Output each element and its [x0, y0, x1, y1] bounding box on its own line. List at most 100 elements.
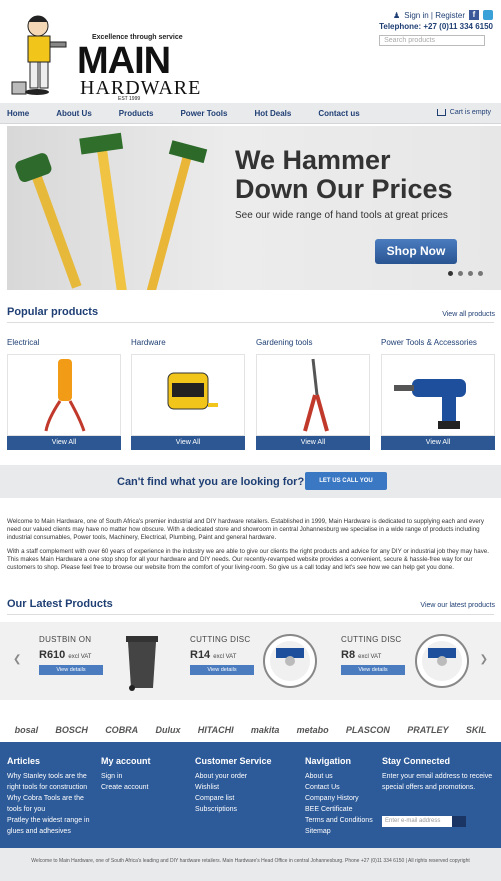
logo-hardware-text: HARDWARE	[80, 77, 202, 99]
footer-col-navigation: Navigation About us Contact Us Company H…	[305, 756, 373, 837]
category-hardware[interactable]: Hardware View All	[131, 338, 245, 450]
shears-image	[256, 354, 370, 436]
cutting-disc-image	[263, 634, 317, 688]
footer-link[interactable]: Compare list	[195, 793, 272, 804]
cutting-disc-image	[415, 634, 469, 688]
cart-link[interactable]: Cart is empty	[436, 109, 491, 116]
footer-link[interactable]: Company History	[305, 793, 373, 804]
category-power-tools[interactable]: Power Tools & Accessories View All	[381, 338, 495, 450]
brand-logo[interactable]: bosal	[15, 725, 39, 735]
category-gardening[interactable]: Gardening tools View All	[256, 338, 370, 450]
let-us-call-you-button[interactable]: LET US CALL YOU	[305, 472, 387, 490]
carousel-dot[interactable]	[448, 271, 453, 276]
footer-link[interactable]: Wishlist	[195, 782, 272, 793]
newsletter-submit-button[interactable]	[452, 816, 466, 827]
electrical-tester-image	[7, 354, 121, 436]
category-electrical[interactable]: Electrical View All	[7, 338, 121, 450]
brand-logo[interactable]: HITACHI	[198, 725, 234, 735]
carousel-dot[interactable]	[468, 271, 473, 276]
footer-link[interactable]: About your order	[195, 771, 272, 782]
nav-contact-us[interactable]: Contact us	[318, 109, 359, 118]
view-all-button[interactable]: View All	[7, 436, 121, 450]
footer-link[interactable]: Subscriptions	[195, 804, 272, 815]
nav-power-tools[interactable]: Power Tools	[180, 109, 227, 118]
brand-logo[interactable]: metabo	[297, 725, 329, 735]
footer-link[interactable]: Why Stanley tools are the right tools fo…	[7, 771, 92, 793]
category-label: Gardening tools	[256, 338, 313, 347]
header-utilities: ♟ Sign in | Register f Telephone: +27 (0…	[379, 10, 493, 46]
footer-col-customer-service: Customer Service About your order Wishli…	[195, 756, 272, 815]
category-label: Power Tools & Accessories	[381, 338, 477, 347]
signin-register-link[interactable]: Sign in | Register	[404, 11, 465, 20]
brand-logo[interactable]: SKIL	[466, 725, 487, 735]
footer-copyright: Welcome to Main Hardware, one of South A…	[0, 848, 501, 881]
view-details-button[interactable]: View details	[39, 665, 103, 675]
latest-products-title: Our Latest Products	[7, 598, 113, 610]
hammers-image	[15, 132, 208, 290]
product-card[interactable]: DUSTBIN ON R610 excl VAT View details	[39, 635, 103, 675]
popular-products-title: Popular products	[7, 306, 99, 318]
view-all-button[interactable]: View All	[381, 436, 495, 450]
search-input[interactable]: Search products	[379, 35, 486, 46]
product-name: CUTTING DISC	[341, 635, 402, 644]
category-label: Hardware	[131, 338, 166, 347]
logo-main-text: MAIN	[77, 40, 171, 82]
hero-banner[interactable]: We Hammer Down Our Prices See our wide r…	[7, 126, 501, 290]
view-details-button[interactable]: View details	[190, 665, 254, 675]
footer-link[interactable]: BEE Certificate	[305, 804, 373, 815]
welcome-paragraph-2: With a staff complement with over 60 yea…	[7, 548, 489, 571]
tape-measure-image	[131, 354, 245, 436]
shop-now-button[interactable]: Shop Now	[375, 239, 457, 264]
mascot-logo	[11, 15, 67, 95]
brand-logo[interactable]: makita	[251, 725, 280, 735]
banner-subtitle: See our wide range of hand tools at grea…	[235, 210, 448, 221]
view-all-products-link[interactable]: View all products	[442, 311, 495, 318]
view-all-button[interactable]: View All	[256, 436, 370, 450]
footer-link[interactable]: Why Cobra Tools are the tools for you	[7, 793, 92, 815]
product-price: R14 excl VAT	[190, 649, 237, 661]
footer-link[interactable]: Terms and Conditions	[305, 815, 373, 826]
cta-text: Can't find what you are looking for?	[117, 476, 305, 488]
drill-image	[381, 354, 495, 436]
chevron-right-icon[interactable]: ❯	[480, 654, 488, 665]
nav-products[interactable]: Products	[119, 109, 154, 118]
view-all-button[interactable]: View All	[131, 436, 245, 450]
footer-link[interactable]: About us	[305, 771, 373, 782]
product-price: R8 excl VAT	[341, 649, 382, 661]
product-card[interactable]: CUTTING DISC R8 excl VAT View details	[341, 635, 405, 675]
nav-about-us[interactable]: About Us	[56, 109, 92, 118]
brand-logo[interactable]: BOSCH	[55, 725, 88, 735]
footer-col-stay-connected: Stay Connected Enter your email address …	[382, 756, 493, 791]
dustbin-image	[126, 636, 158, 691]
footer-link[interactable]: Contact Us	[305, 782, 373, 793]
footer-link[interactable]: Sign in	[101, 771, 151, 782]
view-latest-products-link[interactable]: View our latest products	[420, 602, 495, 609]
twitter-icon[interactable]	[483, 10, 493, 20]
brand-logo[interactable]: Dulux	[155, 725, 180, 735]
chevron-left-icon[interactable]: ❮	[13, 654, 21, 665]
facebook-icon[interactable]: f	[469, 10, 479, 20]
product-card[interactable]: CUTTING DISC R14 excl VAT View details	[190, 635, 254, 675]
brand-logos: bosal BOSCH COBRA Dulux HITACHI makita m…	[0, 718, 501, 742]
nav-hot-deals[interactable]: Hot Deals	[254, 109, 291, 118]
brand-logo[interactable]: PRATLEY	[407, 725, 448, 735]
nav-home[interactable]: Home	[7, 109, 29, 118]
cart-status: Cart is empty	[449, 109, 491, 116]
cart-icon	[436, 109, 446, 116]
brand-logo[interactable]: COBRA	[105, 725, 138, 735]
carousel-dot[interactable]	[458, 271, 463, 276]
site-header: Excellence through service MAIN HARDWARE…	[0, 0, 501, 103]
footer-link[interactable]: Create account	[101, 782, 151, 793]
latest-products-carousel: ❮ ❯ DUSTBIN ON R610 excl VAT View detail…	[0, 622, 501, 700]
carousel-dot[interactable]	[478, 271, 483, 276]
banner-title: We Hammer Down Our Prices	[235, 145, 453, 204]
product-name: DUSTBIN ON	[39, 635, 92, 644]
main-nav: Home About Us Products Power Tools Hot D…	[0, 103, 501, 124]
newsletter-text: Enter your email address to receive spec…	[382, 773, 493, 791]
view-details-button[interactable]: View details	[341, 665, 405, 675]
brand-logo[interactable]: PLASCON	[346, 725, 390, 735]
footer-link[interactable]: Sitemap	[305, 826, 373, 837]
footer-col-articles: Articles Why Stanley tools are the right…	[7, 756, 92, 837]
footer-link[interactable]: Pratley the widest range in glues and ad…	[7, 815, 92, 837]
welcome-paragraph-1: Welcome to Main Hardware, one of South A…	[7, 518, 484, 541]
